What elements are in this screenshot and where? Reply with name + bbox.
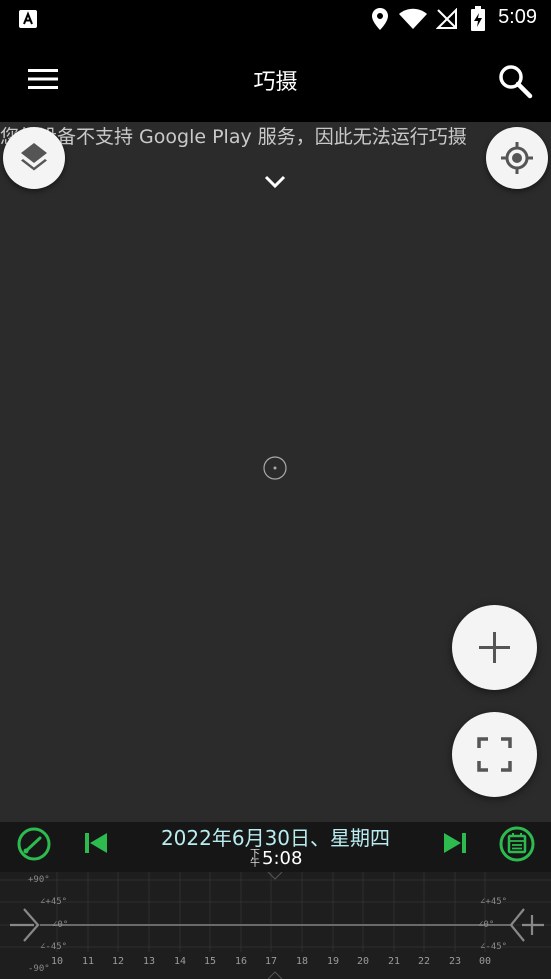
- time-slider[interactable]: +90° ∠+45° ∠0° ∠-45° -90° ∠+45° ∠0° ∠-45…: [0, 872, 551, 979]
- calendar-icon[interactable]: [499, 826, 535, 862]
- degree-label: ∠0°: [478, 920, 495, 930]
- hour-label: 10: [51, 956, 64, 967]
- time-prefix-label: 下午: [250, 849, 260, 869]
- no-signal-icon: [436, 8, 457, 29]
- hour-label: 20: [357, 956, 370, 967]
- search-icon[interactable]: [497, 63, 533, 99]
- degree-label: -90°: [28, 964, 50, 974]
- time-label[interactable]: 5:08: [262, 848, 302, 869]
- degree-label: ∠+45°: [40, 897, 68, 907]
- hour-label: 22: [418, 956, 431, 967]
- hour-label: 18: [296, 956, 309, 967]
- layers-icon: [21, 143, 47, 171]
- date-label[interactable]: 2022年6月30日、星期四: [0, 822, 551, 851]
- degree-label: ∠-45°: [480, 942, 508, 952]
- date-time-control-bar: 2022年6月30日、星期四 下午 5:08: [0, 822, 551, 872]
- app-notification-icon: [19, 10, 37, 28]
- degree-label: +90°: [28, 875, 50, 885]
- my-location-button[interactable]: [486, 127, 548, 189]
- hour-label: 19: [327, 956, 340, 967]
- wifi-icon: [399, 8, 427, 29]
- hour-label: 15: [204, 956, 217, 967]
- add-timepoint-icon[interactable]: [508, 906, 546, 944]
- hour-label: 14: [174, 956, 187, 967]
- hour-label: 23: [449, 956, 462, 967]
- skip-next-icon[interactable]: [443, 832, 467, 854]
- hour-label: 13: [143, 956, 156, 967]
- hour-label: 16: [235, 956, 248, 967]
- play-services-notice: 您的设备不支持 Google Play 服务，因此无法运行巧摄: [0, 126, 467, 148]
- fullscreen-icon: [477, 737, 512, 772]
- plus-icon: [479, 632, 510, 663]
- fullscreen-button[interactable]: [452, 712, 537, 797]
- arrow-right-icon[interactable]: [8, 906, 42, 944]
- degree-label: ∠0°: [52, 920, 69, 930]
- layers-button[interactable]: [3, 127, 65, 189]
- hour-label: 00: [479, 956, 492, 967]
- status-time: 5:09: [498, 6, 537, 28]
- hour-label: 17: [265, 956, 278, 967]
- degree-label: ∠-45°: [40, 942, 68, 952]
- hour-label: 12: [112, 956, 125, 967]
- location-icon: [372, 8, 388, 30]
- degree-label: ∠+45°: [480, 897, 508, 907]
- status-bar: 5:09: [0, 0, 551, 38]
- map-center-marker-icon: [263, 456, 287, 480]
- map-view[interactable]: 您的设备不支持 Google Play 服务，因此无法运行巧摄: [0, 122, 551, 822]
- my-location-icon: [501, 142, 533, 174]
- hour-label: 21: [388, 956, 401, 967]
- page-title: 巧摄: [253, 70, 298, 95]
- hour-label: 11: [82, 956, 95, 967]
- chevron-down-icon[interactable]: [263, 174, 287, 190]
- battery-charging-icon: [471, 6, 485, 31]
- zoom-in-button[interactable]: [452, 605, 537, 690]
- app-bar: 巧摄: [0, 38, 551, 122]
